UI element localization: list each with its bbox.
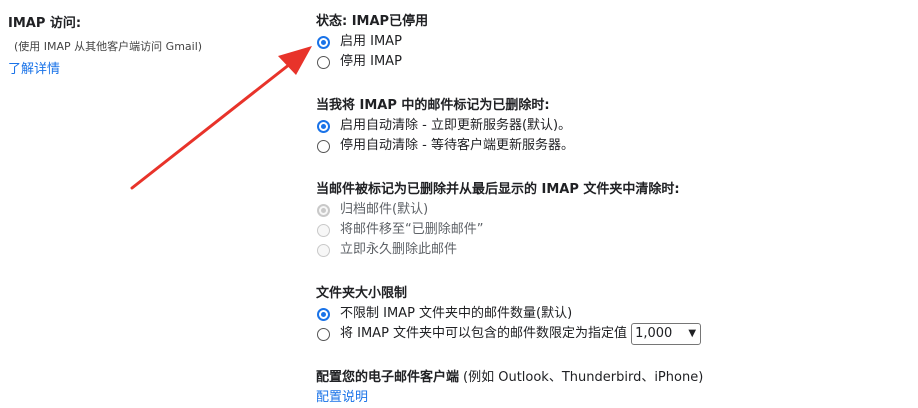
red-arrow-annotation-icon [130,46,312,190]
